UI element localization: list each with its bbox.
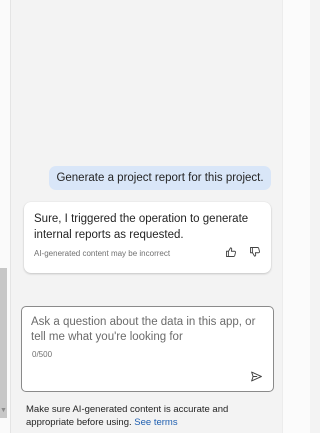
left-scrollbar-thumb[interactable] (0, 268, 7, 418)
footer-note-text: Make sure AI-generated content is accura… (26, 404, 229, 428)
thumbs-down-icon (250, 247, 260, 257)
character-count: 0/500 (32, 350, 53, 359)
thumbs-down-button[interactable] (248, 245, 262, 259)
app-frame: ▼ Generate a project report for this pro… (0, 0, 310, 433)
ai-disclaimer: AI-generated content may be incorrect (34, 249, 171, 258)
user-message-bubble: Generate a project report for this proje… (49, 166, 271, 190)
left-panel-edge: ▼ (0, 0, 11, 433)
thumbs-up-button[interactable] (224, 245, 238, 259)
user-message-text: Generate a project report for this proje… (56, 172, 264, 184)
send-button[interactable] (248, 368, 264, 384)
see-terms-link[interactable]: See terms (134, 417, 177, 428)
copilot-pane: Generate a project report for this proje… (12, 0, 282, 433)
send-icon (250, 371, 262, 381)
ai-response-card: Sure, I triggered the operation to gener… (24, 202, 271, 273)
chat-input-box: 0/500 (21, 306, 274, 392)
footer-disclaimer: Make sure AI-generated content is accura… (26, 403, 276, 429)
right-panel-edge (282, 0, 310, 433)
scroll-down-arrow-icon[interactable]: ▼ (0, 407, 7, 415)
chat-input[interactable] (31, 315, 261, 349)
ai-response-text: Sure, I triggered the operation to gener… (34, 213, 249, 241)
thumbs-up-icon (226, 247, 236, 257)
feedback-buttons (224, 245, 262, 259)
